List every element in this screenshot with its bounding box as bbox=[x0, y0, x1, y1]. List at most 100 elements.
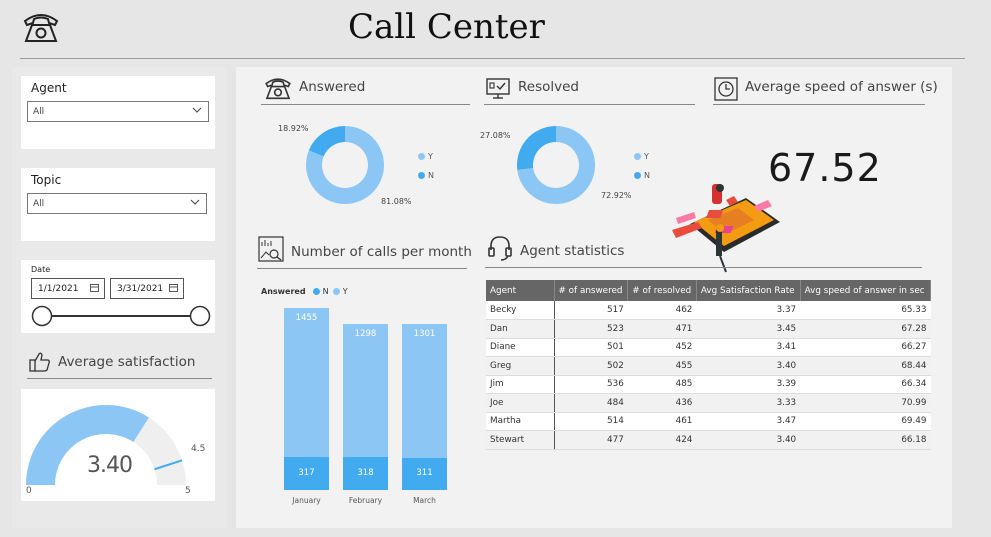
bar-value-label-n: 318 bbox=[357, 467, 374, 478]
bar-segment-y bbox=[284, 308, 329, 458]
table-cell: 69.49 bbox=[800, 412, 931, 431]
agent-stats-title: Agent statistics bbox=[520, 243, 625, 259]
table-cell: Becky bbox=[486, 301, 555, 320]
table-cell: 3.37 bbox=[696, 301, 801, 320]
headset-icon bbox=[488, 236, 512, 261]
table-cell: 514 bbox=[554, 412, 628, 431]
satisfaction-gauge-card: 3.40 0 5 4.5 bbox=[21, 389, 215, 501]
table-cell: 536 bbox=[554, 375, 628, 394]
speed-title-rule bbox=[713, 104, 925, 105]
answered-legend-n: N bbox=[418, 171, 434, 180]
clock-icon bbox=[714, 77, 738, 101]
agent-dropdown-value: All bbox=[33, 107, 45, 117]
bar-segment-y bbox=[343, 324, 388, 458]
table-row: Stewart 477 424 3.40 66.18 bbox=[486, 430, 931, 450]
agent-slicer: Agent All bbox=[21, 76, 215, 149]
table-cell: 462 bbox=[627, 301, 697, 320]
answered-donut-chart bbox=[306, 126, 384, 204]
table-row: Diane 501 452 3.41 66.27 bbox=[486, 338, 931, 357]
table-row: Becky 517 462 3.37 65.33 bbox=[486, 301, 931, 320]
legend-label-y: Y bbox=[428, 152, 433, 161]
page-title: Call Center bbox=[348, 7, 545, 47]
slider-handle-start[interactable] bbox=[31, 305, 53, 327]
start-date-input[interactable]: 1/1/2021 bbox=[31, 278, 105, 299]
table-cell: 461 bbox=[627, 412, 697, 431]
table-cell: 3.40 bbox=[696, 356, 801, 376]
monthly-calls-bar-chart: 1455 317 January 1298 318 February 1301 311 Marc… bbox=[262, 300, 462, 515]
phone-illustration-image bbox=[672, 184, 780, 273]
bar-value-label-y: 1455 bbox=[295, 313, 318, 323]
table-row: Dan 523 471 3.45 67.28 bbox=[486, 319, 931, 339]
satisfaction-title-rule bbox=[27, 378, 212, 379]
donut-slice-n bbox=[308, 126, 345, 157]
column-header[interactable]: Agent bbox=[486, 280, 555, 301]
column-header[interactable]: # of answered bbox=[554, 280, 629, 301]
table-cell: 66.18 bbox=[800, 430, 931, 450]
calendar-icon bbox=[90, 284, 99, 292]
table-cell: 3.33 bbox=[696, 393, 801, 413]
monthly-legend: Answered N Y bbox=[261, 287, 348, 296]
table-cell: 3.41 bbox=[696, 338, 801, 357]
table-row: Martha 514 461 3.47 69.49 bbox=[486, 412, 931, 431]
resolved-legend-n: N bbox=[634, 171, 650, 180]
legend-label-n: N bbox=[322, 287, 329, 296]
thumbs-up-icon bbox=[29, 352, 50, 372]
bar-value-label-y: 1298 bbox=[354, 329, 377, 340]
table-header: Agent # of answered # of resolved Avg Satis… bbox=[486, 280, 932, 301]
table-cell: 68.44 bbox=[800, 356, 931, 376]
table-cell: 3.40 bbox=[696, 430, 801, 450]
table-cell: 67.28 bbox=[800, 319, 931, 339]
table-cell: 517 bbox=[554, 301, 628, 320]
answered-title: Answered bbox=[299, 79, 366, 95]
bar-value-label-n: 317 bbox=[298, 467, 315, 478]
table-body: Becky 517 462 3.37 65.33 Dan 523 471 3.45 67.28 Di… bbox=[486, 301, 931, 450]
legend-dot-y bbox=[333, 288, 341, 295]
table-cell: 3.39 bbox=[696, 375, 801, 394]
table-cell: 436 bbox=[627, 393, 697, 413]
date-slicer-label: Date bbox=[31, 265, 51, 274]
resolved-title-rule bbox=[484, 104, 695, 105]
answered-label-n: 18.92% bbox=[278, 124, 309, 133]
monitor-check-icon bbox=[486, 78, 510, 99]
table-cell: Stewart bbox=[486, 430, 555, 450]
legend-dot-n bbox=[418, 172, 425, 179]
calendar-icon bbox=[169, 284, 178, 292]
legend-dot-n bbox=[634, 172, 641, 179]
date-range-slider[interactable] bbox=[29, 305, 213, 329]
resolved-donut-chart bbox=[517, 126, 595, 204]
end-date-input[interactable]: 3/31/2021 bbox=[110, 278, 184, 299]
table-cell: 523 bbox=[554, 319, 628, 339]
topic-dropdown-value: All bbox=[33, 199, 45, 209]
chart-image-icon bbox=[258, 236, 284, 262]
slider-handle-end[interactable] bbox=[189, 305, 211, 327]
column-header[interactable]: Avg speed of answer in sec bbox=[800, 280, 932, 301]
legend-dot-y bbox=[418, 153, 425, 160]
monthly-calls-title: Number of calls per month bbox=[291, 244, 472, 260]
chevron-down-icon bbox=[192, 107, 202, 113]
legend-dot-n bbox=[313, 288, 321, 295]
table-row: Greg 502 455 3.40 68.44 bbox=[486, 356, 931, 376]
bar-category-label: January bbox=[292, 496, 321, 505]
bar-value-label-y: 1301 bbox=[413, 329, 436, 340]
table-cell: 502 bbox=[554, 356, 628, 376]
answered-legend-y: Y bbox=[418, 152, 433, 161]
agent-stats-table: Agent # of answered # of resolved Avg Satis… bbox=[486, 280, 932, 450]
column-header[interactable]: # of resolved bbox=[627, 280, 697, 301]
table-cell: 424 bbox=[627, 430, 697, 450]
legend-label-y: Y bbox=[342, 287, 348, 296]
date-slicer: Date 1/1/2021 3/31/2021 bbox=[21, 260, 215, 333]
column-header[interactable]: Avg Satisfaction Rate bbox=[696, 280, 801, 301]
table-cell: 477 bbox=[554, 430, 628, 450]
table-cell: 484 bbox=[554, 393, 628, 413]
topic-slicer: Topic All bbox=[21, 168, 215, 241]
agent-dropdown[interactable]: All bbox=[27, 101, 209, 122]
table-cell: Joe bbox=[486, 393, 555, 413]
table-cell: 485 bbox=[627, 375, 697, 394]
table-cell: 3.47 bbox=[696, 412, 801, 431]
topic-dropdown[interactable]: All bbox=[27, 193, 207, 214]
answered-label-y: 81.08% bbox=[381, 197, 412, 206]
legend-dot-y bbox=[634, 153, 641, 160]
telephone-icon bbox=[23, 14, 59, 42]
gauge-max-label: 5 bbox=[185, 486, 191, 496]
bar-value-label-n: 311 bbox=[416, 468, 433, 479]
